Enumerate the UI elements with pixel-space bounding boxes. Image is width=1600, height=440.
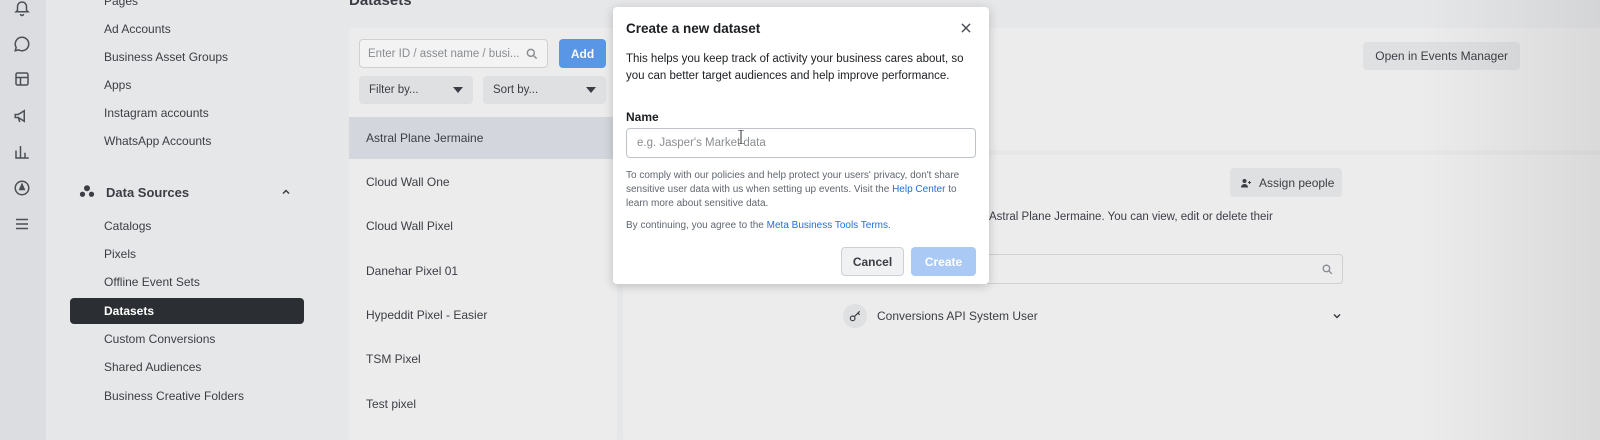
privacy-notice: To comply with our policies and help pro…	[626, 170, 960, 209]
chevron-up-icon[interactable]	[280, 186, 292, 198]
people-description: o Astral Plane Jermaine. You can view, e…	[980, 211, 1273, 223]
dataset-list-item[interactable]: Test pixel	[349, 383, 617, 425]
sidebar-item-ad-accounts[interactable]: Ad Accounts	[70, 16, 304, 42]
sidebar-item-whatsapp-accounts[interactable]: WhatsApp Accounts	[70, 128, 304, 154]
icon-rail	[0, 0, 46, 440]
sidebar-item-shared-audiences[interactable]: Shared Audiences	[70, 354, 304, 380]
business-tools-terms-link[interactable]: Meta Business Tools Terms.	[767, 220, 891, 231]
dataset-list-item[interactable]: Cloud Wall One	[349, 161, 617, 203]
sidebar: Pages Ad Accounts Business Asset Groups …	[46, 0, 328, 440]
cancel-button[interactable]: Cancel	[841, 247, 904, 276]
sort-label: Sort by...	[493, 84, 539, 96]
dataset-list-item[interactable]: Astral Plane Jermaine	[349, 117, 617, 159]
terms-notice: By continuing, you agree to the Meta Bus…	[626, 220, 891, 231]
menu-icon[interactable]	[12, 214, 32, 234]
dataset-list-panel: Enter ID / asset name / busi... Add Filt…	[349, 28, 617, 440]
dataset-search-input[interactable]: Enter ID / asset name / busi...	[359, 39, 548, 68]
dataset-name-input[interactable]	[626, 128, 976, 158]
dataset-list-item[interactable]: Cloud Wall Pixel	[349, 205, 617, 247]
sort-dropdown[interactable]: Sort by...	[483, 76, 606, 104]
add-person-icon	[1241, 178, 1251, 187]
filter-label: Filter by...	[369, 84, 419, 96]
system-user-name: Conversions API System User	[877, 309, 1038, 323]
create-dataset-dialog: Create a new dataset This helps you keep…	[613, 7, 989, 284]
sidebar-item-catalogs[interactable]: Catalogs	[70, 213, 304, 239]
search-icon	[526, 48, 538, 60]
dialog-intro: This helps you keep track of activity yo…	[626, 53, 964, 82]
chat-icon[interactable]	[12, 34, 32, 54]
dialog-title: Create a new dataset	[626, 21, 761, 36]
dataset-list-item[interactable]: TSM Pixel	[349, 338, 617, 380]
close-icon[interactable]	[959, 21, 973, 35]
dataset-list-item[interactable]: Danehar Pixel 01	[349, 250, 617, 292]
add-dataset-button[interactable]: Add	[559, 39, 606, 68]
sidebar-item-business-creative-folders[interactable]: Business Creative Folders	[70, 383, 304, 409]
name-label: Name	[626, 110, 659, 124]
megaphone-icon[interactable]	[12, 106, 32, 126]
sidebar-item-custom-conversions[interactable]: Custom Conversions	[70, 326, 304, 352]
filter-dropdown[interactable]: Filter by...	[359, 76, 473, 104]
sidebar-item-instagram-accounts[interactable]: Instagram accounts	[70, 100, 304, 126]
sidebar-section-data-sources[interactable]: Data Sources	[78, 180, 292, 204]
assign-people-label: Assign people	[1259, 175, 1335, 190]
sidebar-item-business-asset-groups[interactable]: Business Asset Groups	[70, 44, 304, 70]
chart-icon[interactable]	[12, 142, 32, 162]
caret-down-icon	[453, 87, 463, 93]
sidebar-item-datasets[interactable]: Datasets	[70, 298, 304, 324]
sidebar-item-apps[interactable]: Apps	[70, 72, 304, 98]
key-icon	[843, 304, 867, 328]
pages-icon[interactable]	[12, 69, 32, 89]
sidebar-item-offline-event-sets[interactable]: Offline Event Sets	[70, 269, 304, 295]
chevron-down-icon[interactable]	[1331, 310, 1343, 322]
caret-down-icon	[586, 87, 596, 93]
system-user-row[interactable]: Conversions API System User	[843, 303, 1343, 329]
help-center-link[interactable]: Help Center	[892, 184, 945, 195]
create-button[interactable]: Create	[911, 247, 976, 276]
section-label: Data Sources	[106, 184, 190, 200]
assign-people-button[interactable]: Assign people	[1230, 168, 1342, 197]
sidebar-item-pixels[interactable]: Pixels	[70, 241, 304, 267]
sidebar-item-pages[interactable]: Pages	[70, 0, 304, 14]
dataset-list-item[interactable]: Hypeddit Pixel - Easier	[349, 294, 617, 336]
search-icon	[1322, 264, 1333, 275]
text-cursor-icon	[738, 130, 744, 144]
open-in-events-manager-button[interactable]: Open in Events Manager	[1363, 42, 1520, 70]
people-group-icon	[79, 185, 95, 197]
compass-icon[interactable]	[12, 178, 32, 198]
search-placeholder: Enter ID / asset name / busi...	[368, 47, 520, 60]
page-title: Datasets	[349, 0, 412, 9]
bell-icon[interactable]	[12, 0, 32, 18]
